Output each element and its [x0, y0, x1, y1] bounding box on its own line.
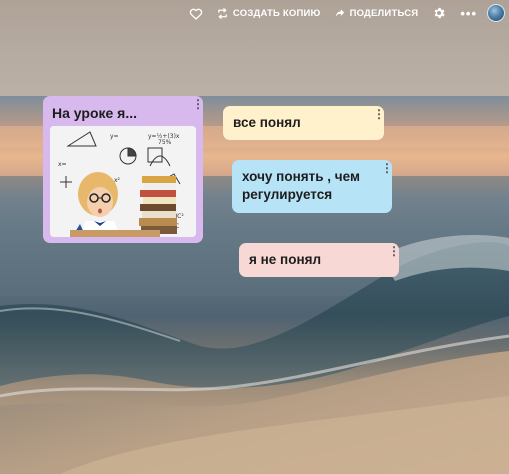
- card-menu-icon[interactable]: ⋮: [192, 98, 204, 110]
- lesson-illustration: y= y=½+(3)x x= x² 75% MC² =C: [50, 126, 196, 237]
- image-card-title: На уроке я...: [52, 105, 138, 121]
- answer-card-understood-text: все понял: [233, 115, 301, 130]
- toolbar-actions: СОЗДАТЬ КОПИЮ ПОДЕЛИТЬСЯ •••: [189, 2, 509, 24]
- svg-text:y=: y=: [110, 133, 119, 140]
- card-menu-icon[interactable]: ⋮: [373, 108, 385, 120]
- like-button[interactable]: [189, 7, 203, 20]
- gear-icon: [432, 6, 446, 20]
- svg-text:x=: x=: [58, 161, 67, 168]
- share-label: ПОДЕЛИТЬСЯ: [349, 7, 419, 19]
- share-arrow-icon: [335, 8, 345, 18]
- copy-icon: [217, 7, 228, 19]
- answer-card-not-understood[interactable]: ⋮ я не понял: [239, 243, 400, 277]
- more-button[interactable]: •••: [460, 6, 477, 21]
- image-card[interactable]: ⋮ На уроке я... y= y=½+(3)x x= x² 75% MC…: [43, 96, 204, 243]
- create-copy-button[interactable]: СОЗДАТЬ КОПИЮ: [217, 8, 321, 19]
- share-button[interactable]: ПОДЕЛИТЬСЯ: [335, 8, 419, 19]
- top-bar: СОЗДАТЬ КОПИЮ ПОДЕЛИТЬСЯ •••: [0, 0, 509, 96]
- heart-icon: [189, 7, 203, 20]
- avatar[interactable]: [487, 4, 505, 22]
- create-copy-label: СОЗДАТЬ КОПИЮ: [232, 7, 321, 19]
- card-menu-icon[interactable]: ⋮: [381, 162, 393, 174]
- settings-button[interactable]: [432, 6, 446, 20]
- answer-card-want-to-understand-text: хочу понять , чем регулируется: [242, 169, 360, 202]
- more-dots-icon: •••: [460, 5, 477, 21]
- answer-card-want-to-understand[interactable]: ⋮ хочу понять , чем регулируется: [232, 160, 393, 213]
- answer-card-not-understood-text: я не понял: [249, 252, 322, 267]
- card-menu-icon[interactable]: ⋮: [388, 245, 400, 257]
- answer-card-understood[interactable]: ⋮ все понял: [223, 106, 385, 140]
- svg-text:75%: 75%: [158, 139, 172, 146]
